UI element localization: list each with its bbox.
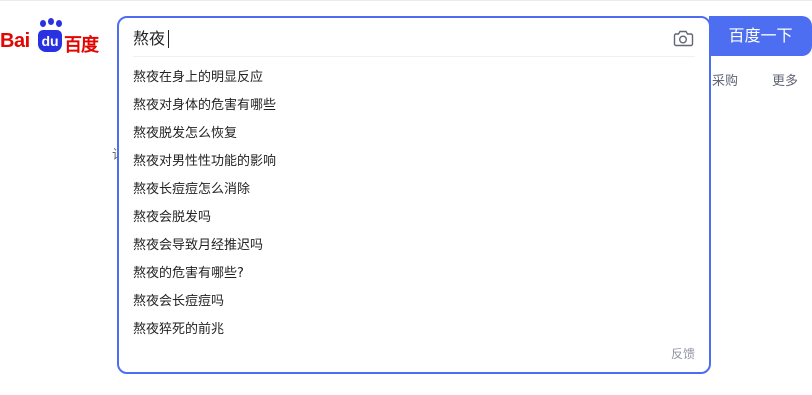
- suggestion-query: 熬夜: [133, 182, 160, 197]
- suggestion-query: 熬夜: [133, 126, 160, 141]
- logo-paw-3: [56, 20, 62, 27]
- logo-du-badge: du: [38, 30, 62, 52]
- feedback-link[interactable]: 反馈: [671, 345, 695, 362]
- suggestion-completion: 对身体的危害有哪些: [159, 98, 277, 113]
- logo-paw-1: [40, 20, 46, 27]
- suggestion-item[interactable]: 熬夜猝死的前兆: [119, 316, 709, 344]
- logo-latin: Bai: [0, 30, 30, 52]
- suggestion-item[interactable]: 熬夜对男性性功能的影响: [119, 148, 709, 176]
- logo-paw-2: [48, 18, 54, 25]
- suggestion-item[interactable]: 熬夜的危害有哪些?: [119, 260, 709, 288]
- suggestion-query: 熬夜: [133, 266, 160, 281]
- suggestion-completion: 长痘痘怎么消除: [159, 182, 251, 197]
- suggestion-query: 熬夜: [133, 238, 160, 253]
- suggestion-completion: 猝死的前兆: [159, 322, 225, 337]
- suggestion-query: 熬夜: [133, 154, 160, 169]
- suggestion-completion: 脱发怎么恢复: [159, 126, 238, 141]
- text-caret: [168, 30, 169, 48]
- baidu-logo[interactable]: Bai du 百度: [0, 18, 104, 56]
- suggestion-item[interactable]: 熬夜会长痘痘吗: [119, 288, 709, 316]
- search-box: 熬夜在身上的明显反应 熬夜对身体的危害有哪些 熬夜脱发怎么恢复 熬夜对男性性功能…: [117, 16, 711, 374]
- suggestion-query: 熬夜: [133, 210, 160, 225]
- suggestion-list: 熬夜在身上的明显反应 熬夜对身体的危害有哪些 熬夜脱发怎么恢复 熬夜对男性性功能…: [119, 64, 709, 344]
- camera-icon[interactable]: [672, 28, 694, 48]
- suggestion-query: 熬夜: [133, 322, 160, 337]
- suggestion-item[interactable]: 熬夜对身体的危害有哪些: [119, 92, 709, 120]
- suggestion-completion: 会脱发吗: [159, 210, 212, 225]
- suggestion-completion: 在身上的明显反应: [159, 70, 264, 85]
- suggestion-item[interactable]: 熬夜脱发怎么恢复: [119, 120, 709, 148]
- logo-cn: 百度: [64, 35, 99, 56]
- suggestion-item[interactable]: 熬夜会导致月经推迟吗: [119, 232, 709, 260]
- search-button[interactable]: 百度一下: [709, 16, 812, 56]
- suggestion-item[interactable]: 熬夜在身上的明显反应: [119, 64, 709, 92]
- suggestion-query: 熬夜: [133, 294, 160, 309]
- suggestion-completion: 会长痘痘吗: [159, 294, 225, 309]
- suggestion-query: 熬夜: [133, 70, 160, 85]
- nav-item-more[interactable]: 更多: [772, 70, 798, 89]
- suggestion-item[interactable]: 熬夜会脱发吗: [119, 204, 709, 232]
- suggestion-query: 熬夜: [133, 98, 160, 113]
- suggestion-completion: 的危害有哪些?: [159, 266, 244, 281]
- nav-item-purchase[interactable]: 采购: [712, 70, 738, 89]
- top-border: [0, 0, 812, 1]
- suggestion-item[interactable]: 熬夜长痘痘怎么消除: [119, 176, 709, 204]
- search-input[interactable]: [133, 26, 653, 52]
- suggestion-completion: 会导致月经推迟吗: [159, 238, 264, 253]
- suggestion-completion: 对男性性功能的影响: [159, 154, 277, 169]
- input-divider: [133, 56, 695, 57]
